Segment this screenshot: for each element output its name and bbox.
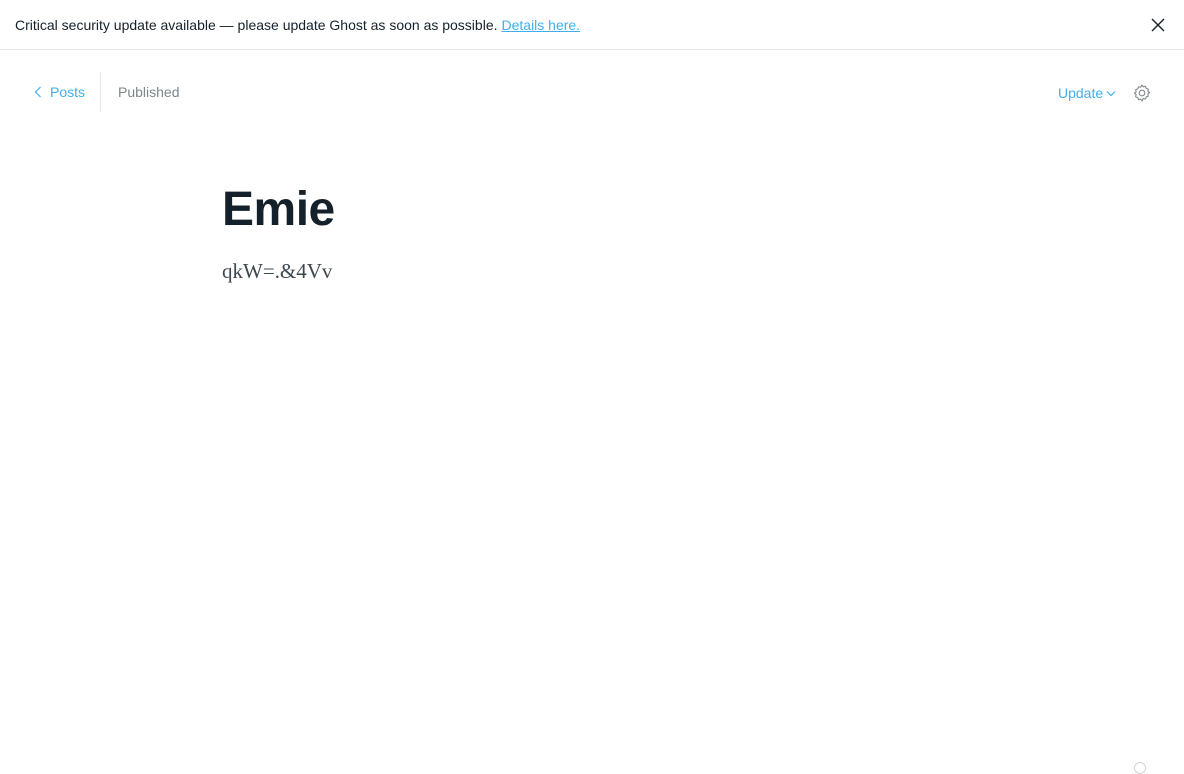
post-title[interactable]: Emie [222, 180, 335, 240]
post-status: Published [118, 84, 180, 100]
security-notice-bar: Critical security update available — ple… [0, 0, 1184, 50]
back-link-label: Posts [50, 84, 86, 100]
notice-message: Critical security update available — ple… [15, 16, 498, 33]
chevron-down-icon [1106, 90, 1116, 96]
post-body-editor[interactable]: qkW=.&4Vv [222, 257, 332, 285]
update-button[interactable]: Update [1058, 72, 1116, 114]
gear-icon[interactable] [1132, 83, 1152, 103]
update-button-label: Update [1058, 85, 1104, 101]
close-icon[interactable] [1150, 17, 1166, 33]
back-to-posts-link[interactable]: Posts [34, 72, 85, 112]
notice-details-link[interactable]: Details here. [502, 17, 581, 33]
chevron-left-icon [34, 86, 41, 98]
editor-header: Posts Published Update [0, 72, 1184, 112]
word-count-indicator [1134, 762, 1146, 774]
header-divider [100, 72, 101, 112]
